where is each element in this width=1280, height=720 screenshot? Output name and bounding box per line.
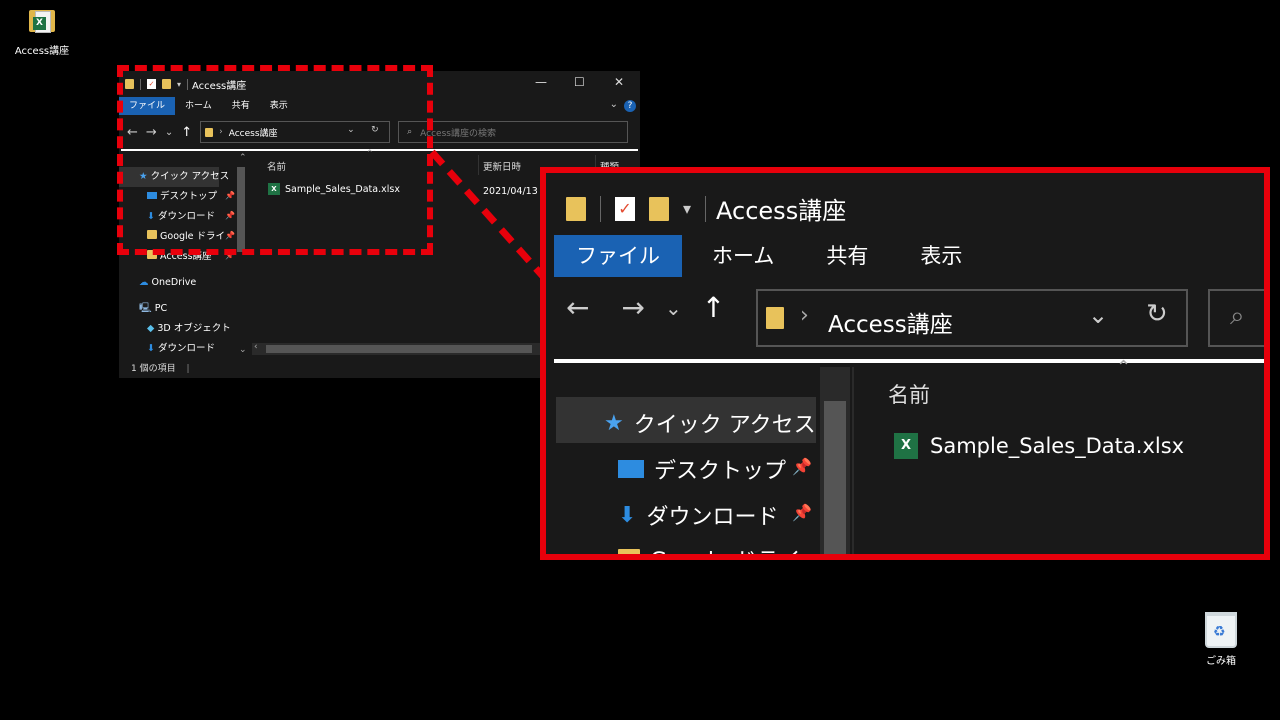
highlight-dashed-box bbox=[117, 65, 433, 255]
pin-icon: 📌 bbox=[792, 457, 812, 476]
desktop-icon bbox=[618, 460, 644, 478]
zoom-ribbon-tabs: ファイル ホーム 共有 表示 bbox=[554, 235, 992, 277]
status-item-count: 1 個の項目 bbox=[131, 364, 176, 374]
quick-access-dropdown-icon: ▾ bbox=[683, 199, 692, 218]
cloud-icon: ☁ bbox=[139, 277, 149, 288]
up-icon: ↑ bbox=[701, 291, 726, 324]
desktop-folder-label: Access講座 bbox=[14, 46, 70, 57]
nav-item-3d-objects[interactable]: ◆ 3D オブジェクト bbox=[119, 319, 231, 339]
zoom-window-title: Access講座 bbox=[716, 197, 847, 225]
desktop-folder-access[interactable]: X Access講座 bbox=[14, 8, 70, 57]
horizontal-scrollbar-thumb[interactable] bbox=[266, 345, 532, 353]
tab-view: 表示 bbox=[920, 244, 963, 268]
zoom-navigation-bar: ← → ⌄ ↑ bbox=[566, 291, 725, 324]
zoom-address-path: Access講座 bbox=[828, 312, 953, 338]
zoom-search-box: ⌕ bbox=[1208, 289, 1264, 347]
column-header-modified[interactable]: 更新日時 bbox=[483, 159, 521, 173]
nav-item-downloads-pc[interactable]: ⬇ ダウンロード bbox=[119, 339, 215, 359]
address-dropdown-icon: ⌄ bbox=[1088, 301, 1109, 329]
status-bar: 1 個の項目 | bbox=[131, 364, 190, 374]
properties-icon: ✓ bbox=[615, 196, 635, 221]
tab-share: 共有 bbox=[826, 244, 869, 268]
folder-icon bbox=[566, 196, 586, 221]
zoom-callout: ✓ ▾ Access講座 ファイル ホーム 共有 表示 ← → ⌄ ↑ › Ac… bbox=[540, 167, 1270, 560]
refresh-icon: ↻ bbox=[1146, 299, 1168, 329]
tab-home: ホーム bbox=[712, 244, 775, 268]
breadcrumb-separator: › bbox=[800, 303, 809, 328]
expand-ribbon-icon[interactable]: ⌄ bbox=[610, 99, 618, 110]
zoom-file-name: Sample_Sales_Data.xlsx bbox=[930, 434, 1185, 458]
back-icon: ← bbox=[566, 291, 590, 324]
nav-item-onedrive[interactable]: ☁ OneDrive bbox=[119, 273, 196, 293]
nav-item-pc[interactable]: 🖳 PC bbox=[119, 299, 167, 319]
zoom-address-bar: › Access講座 ⌄ ↻ bbox=[756, 289, 1188, 347]
recycle-bin-icon: ♻ bbox=[1205, 612, 1237, 648]
folder-icon bbox=[766, 307, 784, 329]
star-icon: ★ bbox=[604, 410, 624, 436]
sort-indicator-icon: ⌃ bbox=[1116, 357, 1132, 378]
new-folder-icon bbox=[649, 196, 669, 221]
zoom-column-header-name: 名前 bbox=[888, 383, 930, 407]
tab-file: ファイル bbox=[554, 235, 682, 277]
zoom-nav-scrollbar bbox=[820, 367, 850, 554]
search-icon: ⌕ bbox=[1230, 301, 1245, 331]
close-button[interactable]: ✕ bbox=[614, 75, 624, 89]
pin-icon: 📌 bbox=[792, 503, 812, 522]
column-separator[interactable] bbox=[478, 155, 479, 175]
folder-icon bbox=[618, 549, 640, 554]
forward-icon: → bbox=[621, 291, 645, 324]
zoom-file-row: X Sample_Sales_Data.xlsx bbox=[894, 433, 1184, 459]
scroll-down-icon[interactable]: ⌄ bbox=[239, 345, 247, 355]
recycle-bin-label: ごみ箱 bbox=[1206, 656, 1236, 667]
excel-folder-icon: X bbox=[27, 8, 57, 38]
help-button[interactable]: ? bbox=[624, 100, 636, 112]
desktop-recycle-bin[interactable]: ♻ ごみ箱 bbox=[1205, 612, 1237, 667]
recent-locations-icon: ⌄ bbox=[664, 295, 682, 320]
file-modified: 2021/04/13 1 bbox=[483, 186, 547, 197]
scroll-left-icon[interactable]: ‹ bbox=[254, 342, 258, 352]
zoom-title-bar: ✓ ▾ Access講座 bbox=[566, 191, 846, 226]
minimize-button[interactable]: — bbox=[535, 75, 547, 89]
zoom-nav-quick-access: ★ クイック アクセス bbox=[604, 410, 816, 439]
pc-icon: 🖳 bbox=[139, 303, 152, 314]
cube-icon: ◆ bbox=[147, 323, 155, 334]
zoom-nav-google-drive: Google ドライ bbox=[618, 543, 801, 554]
excel-file-icon: X bbox=[894, 433, 918, 459]
zoom-pane-divider bbox=[852, 367, 854, 554]
download-icon: ⬇ bbox=[147, 343, 155, 354]
download-icon: ⬇ bbox=[618, 502, 637, 528]
zoom-scrollbar-thumb bbox=[824, 401, 846, 554]
zoom-divider bbox=[554, 359, 1264, 363]
zoom-nav-downloads: ⬇ ダウンロード bbox=[618, 502, 779, 531]
maximize-button[interactable]: ☐ bbox=[574, 75, 585, 89]
zoom-nav-desktop: デスクトップ bbox=[618, 453, 786, 485]
